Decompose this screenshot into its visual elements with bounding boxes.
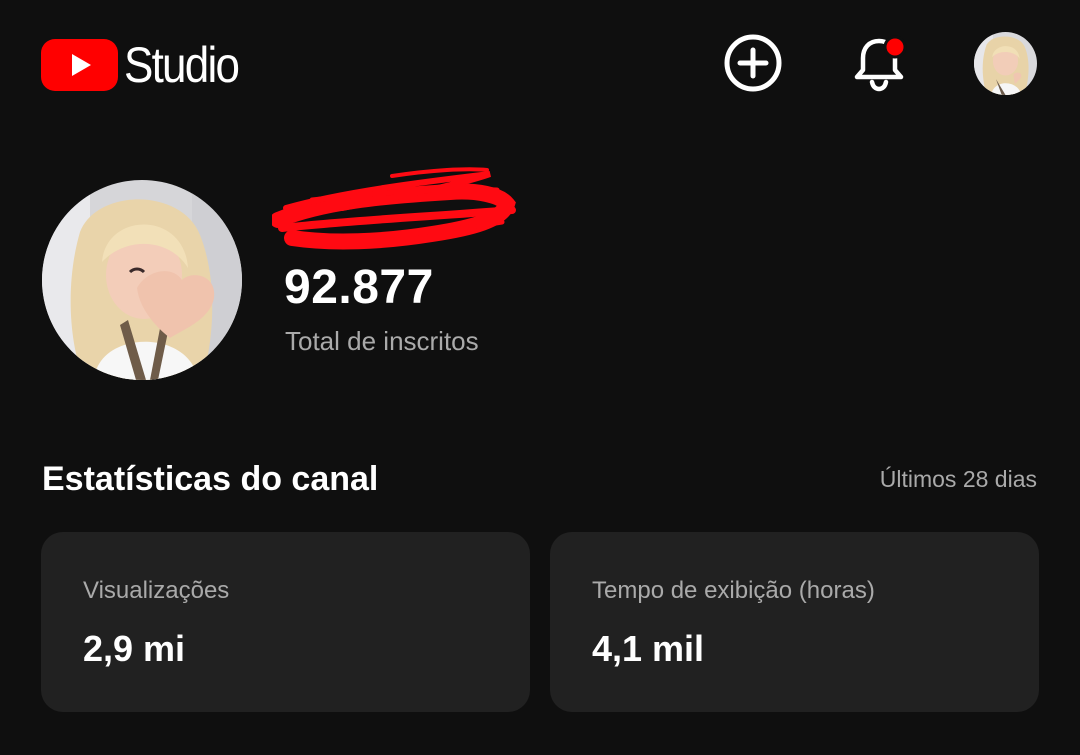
top-app-bar: Studio xyxy=(0,0,1080,130)
youtube-studio-logo[interactable]: Studio xyxy=(41,38,254,92)
youtube-play-icon xyxy=(41,39,118,91)
bell-icon xyxy=(854,35,907,92)
channel-avatar[interactable] xyxy=(42,180,242,380)
subscriber-count: 92.877 xyxy=(284,261,434,314)
subscriber-label: Total de inscritos xyxy=(285,326,479,356)
account-avatar[interactable] xyxy=(974,32,1037,95)
watch-time-label: Tempo de exibição (horas) xyxy=(592,577,875,604)
views-card[interactable]: Visualizações 2,9 mi xyxy=(41,532,530,712)
notifications-button[interactable] xyxy=(848,32,910,94)
channel-stats-title: Estatísticas do canal xyxy=(42,460,379,498)
views-value: 2,9 mi xyxy=(83,628,186,669)
views-label: Visualizações xyxy=(83,577,230,604)
create-button[interactable] xyxy=(722,32,784,94)
app-name: Studio xyxy=(124,37,240,93)
redacted-channel-name xyxy=(272,167,516,250)
avatar-photo xyxy=(974,32,1037,95)
watch-time-value: 4,1 mil xyxy=(592,628,705,669)
create-plus-icon xyxy=(724,34,782,92)
notification-dot xyxy=(883,35,907,59)
stats-period: Últimos 28 dias xyxy=(879,466,1037,492)
watch-time-card[interactable]: Tempo de exibição (horas) 4,1 mil xyxy=(550,532,1039,712)
channel-avatar-photo xyxy=(42,180,242,380)
